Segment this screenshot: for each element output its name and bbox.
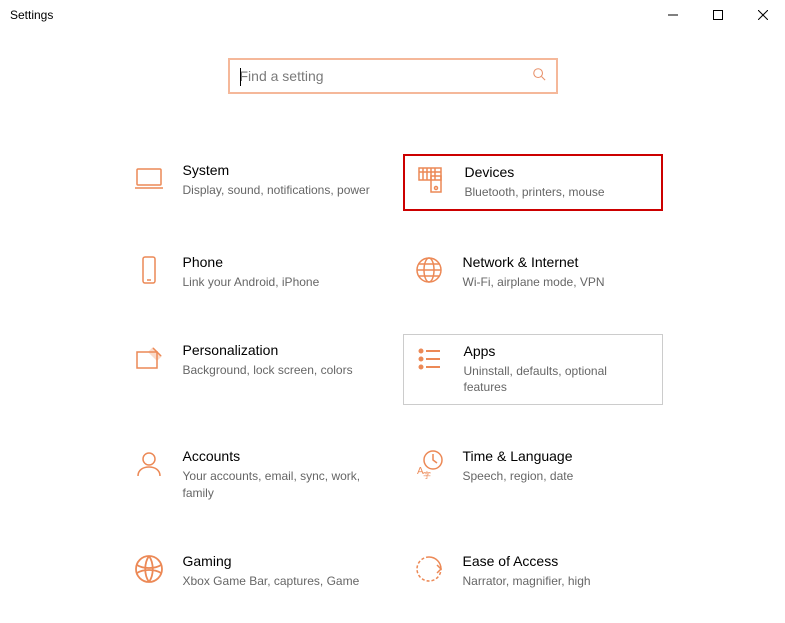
category-text: Accounts Your accounts, email, sync, wor… — [183, 448, 373, 502]
time-language-icon: A字 — [413, 448, 445, 480]
maximize-button[interactable] — [695, 0, 740, 30]
category-title: Apps — [464, 343, 652, 359]
category-subtitle: Speech, region, date — [463, 468, 653, 485]
search-area — [0, 58, 785, 94]
category-subtitle: Uninstall, defaults, optional features — [464, 363, 652, 397]
category-ease-of-access[interactable]: Ease of Access Narrator, magnifier, high — [403, 545, 663, 598]
category-phone[interactable]: Phone Link your Android, iPhone — [123, 246, 383, 299]
window-title: Settings — [10, 8, 53, 22]
category-subtitle: Bluetooth, printers, mouse — [465, 184, 651, 201]
category-text: Devices Bluetooth, printers, mouse — [465, 164, 651, 201]
category-devices[interactable]: Devices Bluetooth, printers, mouse — [403, 154, 663, 211]
ease-of-access-icon — [413, 553, 445, 585]
search-input[interactable] — [240, 68, 532, 84]
network-icon — [413, 254, 445, 286]
search-box[interactable] — [228, 58, 558, 94]
category-personalization[interactable]: Personalization Background, lock screen,… — [123, 334, 383, 406]
category-title: Devices — [465, 164, 651, 180]
category-subtitle: Link your Android, iPhone — [183, 274, 373, 291]
category-time-language[interactable]: A字 Time & Language Speech, region, date — [403, 440, 663, 510]
category-title: Ease of Access — [463, 553, 653, 569]
minimize-button[interactable] — [650, 0, 695, 30]
category-title: Phone — [183, 254, 373, 270]
category-system[interactable]: System Display, sound, notifications, po… — [123, 154, 383, 211]
gaming-icon — [133, 553, 165, 585]
category-subtitle: Narrator, magnifier, high — [463, 573, 653, 590]
category-accounts[interactable]: Accounts Your accounts, email, sync, wor… — [123, 440, 383, 510]
accounts-icon — [133, 448, 165, 480]
devices-icon — [415, 164, 447, 196]
category-text: Phone Link your Android, iPhone — [183, 254, 373, 291]
category-text: Apps Uninstall, defaults, optional featu… — [464, 343, 652, 397]
category-text: Gaming Xbox Game Bar, captures, Game — [183, 553, 373, 590]
category-network[interactable]: Network & Internet Wi-Fi, airplane mode,… — [403, 246, 663, 299]
category-text: Personalization Background, lock screen,… — [183, 342, 373, 379]
system-icon — [133, 162, 165, 194]
category-title: System — [183, 162, 373, 178]
text-caret — [240, 68, 241, 86]
category-subtitle: Display, sound, notifications, power — [183, 182, 373, 199]
close-button[interactable] — [740, 0, 785, 30]
category-title: Accounts — [183, 448, 373, 464]
titlebar-controls — [650, 0, 785, 30]
category-text: Ease of Access Narrator, magnifier, high — [463, 553, 653, 590]
category-subtitle: Background, lock screen, colors — [183, 362, 373, 379]
category-title: Time & Language — [463, 448, 653, 464]
category-apps[interactable]: Apps Uninstall, defaults, optional featu… — [403, 334, 663, 406]
categories-grid: System Display, sound, notifications, po… — [123, 154, 663, 598]
category-text: System Display, sound, notifications, po… — [183, 162, 373, 199]
titlebar: Settings — [0, 0, 785, 30]
category-gaming[interactable]: Gaming Xbox Game Bar, captures, Game — [123, 545, 383, 598]
apps-icon — [414, 343, 446, 375]
category-subtitle: Your accounts, email, sync, work, family — [183, 468, 373, 502]
personalization-icon — [133, 342, 165, 374]
category-title: Network & Internet — [463, 254, 653, 270]
category-text: Time & Language Speech, region, date — [463, 448, 653, 485]
category-text: Network & Internet Wi-Fi, airplane mode,… — [463, 254, 653, 291]
category-subtitle: Wi-Fi, airplane mode, VPN — [463, 274, 653, 291]
category-title: Gaming — [183, 553, 373, 569]
svg-text:字: 字 — [423, 470, 431, 480]
category-subtitle: Xbox Game Bar, captures, Game — [183, 573, 373, 590]
category-title: Personalization — [183, 342, 373, 358]
phone-icon — [133, 254, 165, 286]
search-icon — [532, 67, 546, 86]
